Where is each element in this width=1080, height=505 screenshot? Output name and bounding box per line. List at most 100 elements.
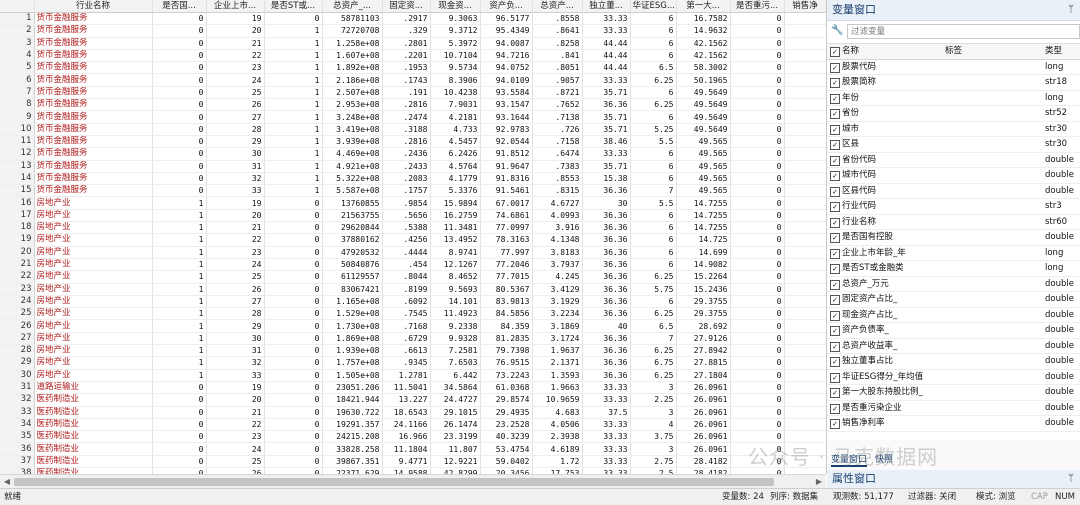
table-cell[interactable]: 14.725 bbox=[676, 233, 731, 247]
table-cell[interactable]: 83.9813 bbox=[480, 295, 533, 309]
variable-checkbox[interactable]: ✓ bbox=[830, 403, 840, 414]
table-cell[interactable]: 26 bbox=[206, 98, 265, 112]
table-cell[interactable]: 0 bbox=[730, 233, 785, 247]
table-cell[interactable] bbox=[784, 86, 826, 100]
table-cell[interactable] bbox=[784, 37, 826, 50]
table-cell[interactable]: 16.966 bbox=[382, 430, 431, 444]
table-cell[interactable]: .5388 bbox=[382, 221, 431, 235]
table-cell[interactable] bbox=[784, 283, 826, 296]
type-column-header[interactable]: 类型 bbox=[1045, 44, 1080, 59]
table-cell[interactable]: .8721 bbox=[532, 86, 583, 100]
table-cell[interactable]: 6.25 bbox=[630, 98, 677, 112]
table-cell[interactable]: 6.5 bbox=[630, 319, 677, 333]
table-cell[interactable]: .2917 bbox=[382, 12, 431, 26]
table-row[interactable]: 12 货币金融服务 0 30 1 4.469e+08.2436 6.2426 91.8512.… bbox=[0, 147, 826, 161]
table-cell[interactable]: .1953 bbox=[382, 61, 431, 75]
table-cell[interactable]: 0 bbox=[730, 295, 785, 309]
table-cell[interactable]: 24.4727 bbox=[430, 393, 481, 407]
table-cell[interactable]: 44.44 bbox=[582, 37, 631, 50]
variable-row[interactable]: ✓ 省份 str52 bbox=[827, 106, 1080, 122]
pin-icon[interactable]: ᛘ bbox=[1068, 0, 1074, 20]
variable-checkbox[interactable]: ✓ bbox=[830, 62, 840, 73]
table-cell[interactable]: 1.529e+08 bbox=[322, 307, 383, 321]
table-cell[interactable] bbox=[784, 307, 826, 321]
table-cell[interactable]: 1.258e+08 bbox=[322, 37, 383, 50]
table-cell[interactable]: 医药制造业 bbox=[34, 418, 153, 432]
table-cell[interactable]: .3188 bbox=[382, 123, 431, 136]
table-cell[interactable]: 1 bbox=[152, 283, 207, 296]
table-cell[interactable]: 7 bbox=[630, 184, 677, 198]
table-cell[interactable]: 28.4182 bbox=[676, 455, 731, 468]
table-cell[interactable]: 94.7216 bbox=[480, 49, 533, 63]
table-cell[interactable]: 33.33 bbox=[582, 393, 631, 407]
table-cell[interactable]: 1 bbox=[264, 86, 323, 100]
table-cell[interactable]: 6 bbox=[630, 147, 677, 161]
table-cell[interactable]: 36.36 bbox=[582, 184, 631, 198]
table-cell[interactable]: 货币金融服务 bbox=[34, 37, 153, 50]
variable-checkbox[interactable]: ✓ bbox=[830, 388, 840, 398]
row-number[interactable]: 26 bbox=[0, 319, 35, 333]
table-cell[interactable]: 房地产业 bbox=[34, 307, 153, 321]
row-number[interactable]: 13 bbox=[0, 160, 35, 173]
table-cell[interactable]: 1.9663 bbox=[532, 381, 583, 395]
table-cell[interactable]: 0 bbox=[264, 381, 323, 395]
table-cell[interactable]: 1 bbox=[264, 73, 323, 87]
table-cell[interactable]: 33.33 bbox=[582, 455, 631, 468]
table-cell[interactable]: 3.4129 bbox=[532, 283, 583, 296]
table-cell[interactable]: 1.2781 bbox=[382, 369, 431, 382]
wrench-icon[interactable]: 🔧 bbox=[831, 25, 843, 36]
table-cell[interactable]: 39867.351 bbox=[322, 455, 383, 468]
table-cell[interactable]: 25 bbox=[206, 455, 265, 468]
table-cell[interactable]: 4.245 bbox=[532, 270, 583, 284]
table-cell[interactable]: 29 bbox=[206, 135, 265, 149]
table-cell[interactable]: 1 bbox=[264, 110, 323, 124]
row-number[interactable]: 4 bbox=[0, 49, 35, 63]
table-row[interactable]: 16 房地产业 1 19 0 13760855.9854 15.9894 67.0017 4.6… bbox=[0, 196, 826, 210]
table-cell[interactable]: 33.33 bbox=[582, 73, 631, 87]
table-cell[interactable]: 27 bbox=[206, 295, 265, 309]
table-cell[interactable]: 61129557 bbox=[322, 270, 383, 284]
table-row[interactable]: 27 房地产业 1 30 0 1.869e+08.6729 9.9328 81.2835 3.1… bbox=[0, 332, 826, 346]
table-cell[interactable]: 7 bbox=[630, 332, 677, 346]
table-cell[interactable]: 1.730e+08 bbox=[322, 319, 383, 333]
table-cell[interactable]: 1 bbox=[264, 160, 323, 173]
table-cell[interactable]: 3.2234 bbox=[532, 307, 583, 321]
column-header[interactable]: 固定资... bbox=[382, 0, 431, 13]
table-cell[interactable]: 49.565 bbox=[676, 135, 731, 149]
table-cell[interactable]: 14.7255 bbox=[676, 209, 731, 223]
table-cell[interactable]: 5.3972 bbox=[430, 37, 481, 50]
variable-checkbox[interactable]: ✓ bbox=[830, 419, 840, 429]
table-cell[interactable]: 29 bbox=[206, 319, 265, 333]
table-cell[interactable]: 3 bbox=[630, 406, 677, 419]
variable-row[interactable]: ✓ 区县代码 double bbox=[827, 184, 1080, 199]
table-cell[interactable]: 67.0017 bbox=[480, 196, 533, 210]
table-cell[interactable]: 1.72 bbox=[532, 455, 583, 468]
table-cell[interactable]: 36.36 bbox=[582, 221, 631, 235]
table-cell[interactable]: .9057 bbox=[532, 73, 583, 87]
table-row[interactable]: 25 房地产业 1 28 0 1.529e+08.7545 11.4923 84.5856 3.… bbox=[0, 307, 826, 321]
table-cell[interactable]: 3.939e+08 bbox=[322, 135, 383, 149]
row-number[interactable]: 28 bbox=[0, 344, 35, 358]
table-cell[interactable]: 0 bbox=[264, 246, 323, 259]
row-number-header[interactable] bbox=[0, 0, 35, 13]
table-cell[interactable]: 0 bbox=[730, 61, 785, 75]
variable-checkbox[interactable]: ✓ bbox=[830, 140, 840, 150]
table-cell[interactable]: 0 bbox=[152, 49, 207, 63]
table-cell[interactable]: 0 bbox=[730, 135, 785, 149]
table-cell[interactable]: 42.1562 bbox=[676, 49, 731, 63]
table-cell[interactable]: 92.0544 bbox=[480, 135, 533, 149]
table-row[interactable]: 32 医药制造业 0 20 0 18421.944 13.227 24.4727 29.8574… bbox=[0, 393, 826, 407]
table-cell[interactable]: 1 bbox=[152, 344, 207, 358]
table-cell[interactable]: 26 bbox=[206, 283, 265, 296]
table-cell[interactable] bbox=[784, 295, 826, 309]
table-cell[interactable]: 4.6189 bbox=[532, 442, 583, 456]
table-cell[interactable]: 0 bbox=[264, 344, 323, 358]
table-cell[interactable]: 6.25 bbox=[630, 73, 677, 87]
table-cell[interactable]: 0 bbox=[730, 98, 785, 112]
table-cell[interactable]: 77.997 bbox=[480, 246, 533, 259]
table-cell[interactable]: 32 bbox=[206, 356, 265, 370]
variable-checkbox[interactable]: ✓ bbox=[830, 171, 840, 181]
table-row[interactable]: 20 房地产业 1 23 0 47920532.4444 8.9741 77.997 3.818… bbox=[0, 246, 826, 259]
row-number[interactable]: 25 bbox=[0, 307, 35, 321]
table-cell[interactable]: 95.4349 bbox=[480, 24, 533, 38]
